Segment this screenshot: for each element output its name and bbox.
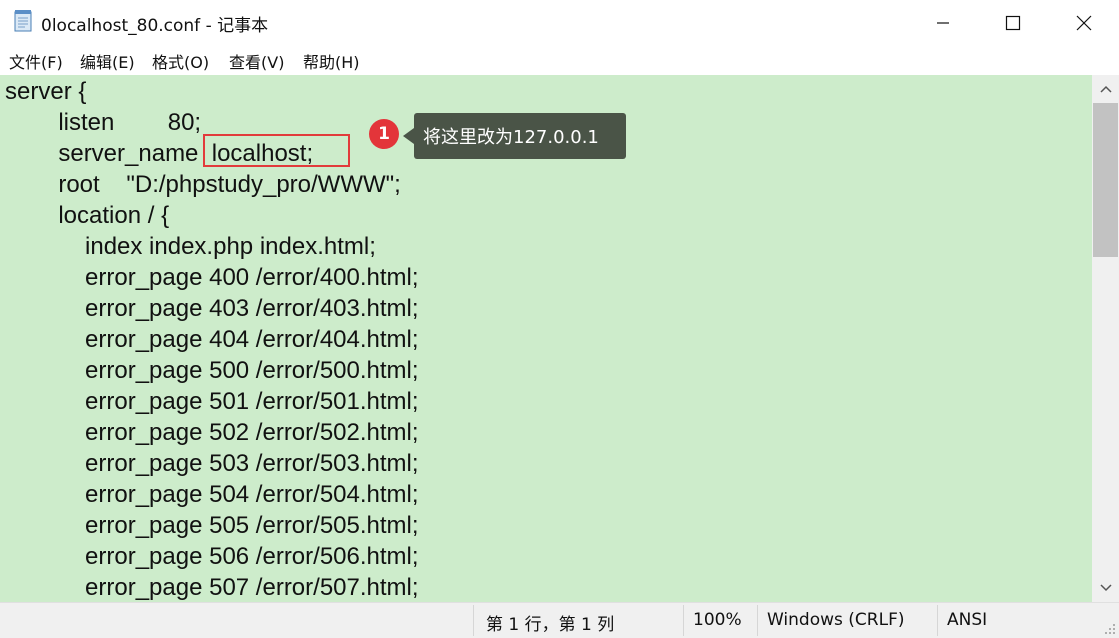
resize-grip-icon[interactable] bbox=[1104, 623, 1116, 635]
maximize-icon bbox=[1005, 15, 1021, 30]
code-line: server { bbox=[5, 78, 87, 105]
status-line-ending: Windows (CRLF) bbox=[767, 610, 905, 630]
menu-bar: 文件(F) 编辑(E) 格式(O) 查看(V) 帮助(H) bbox=[0, 45, 1119, 75]
code-line: root "D:/phpstudy_pro/WWW"; bbox=[5, 171, 401, 198]
chevron-up-icon bbox=[1099, 85, 1112, 93]
status-separator bbox=[937, 605, 938, 636]
vertical-scrollbar[interactable] bbox=[1092, 75, 1119, 602]
code-line: error_page 500 /error/500.html; bbox=[5, 357, 419, 384]
callout-tooltip: 将这里改为127.0.0.1 bbox=[414, 113, 626, 159]
status-separator bbox=[757, 605, 758, 636]
menu-edit[interactable]: 编辑(E) bbox=[78, 49, 137, 73]
code-line: error_page 501 /error/501.html; bbox=[5, 388, 419, 415]
step-badge: 1 bbox=[369, 119, 399, 149]
menu-format[interactable]: 格式(O) bbox=[150, 49, 211, 73]
status-separator bbox=[683, 605, 684, 636]
code-line: error_page 507 /error/507.html; bbox=[5, 574, 419, 601]
menu-view[interactable]: 查看(V) bbox=[227, 49, 286, 73]
code-line: index index.php index.html; bbox=[5, 233, 376, 260]
menu-file[interactable]: 文件(F) bbox=[7, 49, 65, 73]
highlight-box bbox=[203, 134, 350, 167]
code-line: location / { bbox=[5, 202, 170, 229]
status-zoom: 100% bbox=[693, 610, 742, 630]
close-icon bbox=[1076, 15, 1092, 30]
code-line: error_page 506 /error/506.html; bbox=[5, 543, 419, 570]
status-bar: 第 1 行，第 1 列 100% Windows (CRLF) ANSI bbox=[0, 602, 1119, 638]
status-separator bbox=[473, 605, 474, 636]
code-line: error_page 400 /error/400.html; bbox=[5, 264, 419, 291]
code-line: error_page 403 /error/403.html; bbox=[5, 295, 419, 322]
code-line: error_page 503 /error/503.html; bbox=[5, 450, 419, 477]
code-line: error_page 505 /error/505.html; bbox=[5, 512, 419, 539]
minimize-button[interactable] bbox=[908, 0, 978, 45]
callout-arrow bbox=[403, 128, 414, 144]
minimize-icon bbox=[937, 21, 949, 24]
code-line: error_page 404 /error/404.html; bbox=[5, 326, 419, 353]
close-button[interactable] bbox=[1049, 0, 1119, 45]
status-cursor-position: 第 1 行，第 1 列 bbox=[486, 615, 615, 635]
code-line: error_page 502 /error/502.html; bbox=[5, 419, 419, 446]
code-line: listen 80; bbox=[5, 109, 202, 136]
menu-help[interactable]: 帮助(H) bbox=[301, 49, 362, 73]
code-line: error_page 504 /error/504.html; bbox=[5, 481, 419, 508]
maximize-button[interactable] bbox=[978, 0, 1048, 45]
window-title: 0localhost_80.conf - 记事本 bbox=[41, 16, 269, 36]
title-bar: 0localhost_80.conf - 记事本 bbox=[0, 0, 1119, 45]
status-encoding: ANSI bbox=[947, 610, 988, 630]
scroll-down-button[interactable] bbox=[1092, 574, 1119, 602]
scroll-thumb[interactable] bbox=[1093, 103, 1118, 257]
notepad-icon bbox=[14, 10, 32, 32]
scroll-up-button[interactable] bbox=[1092, 75, 1119, 103]
chevron-down-icon bbox=[1099, 584, 1112, 592]
